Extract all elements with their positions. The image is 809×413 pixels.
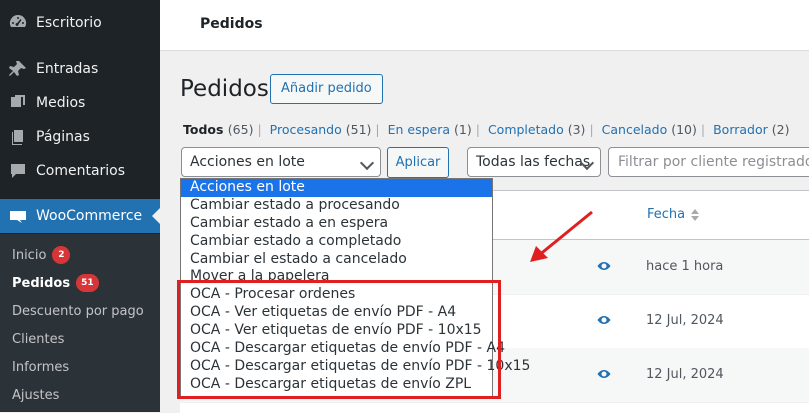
filter-draft[interactable]: Borrador (2)	[713, 122, 789, 137]
filter-on-hold[interactable]: En espera (1)	[388, 122, 472, 137]
menu-label: WooCommerce	[36, 208, 143, 224]
pin-icon	[0, 59, 36, 79]
filter-label: Cancelado	[601, 122, 668, 137]
submenu-label: Clientes	[12, 332, 65, 347]
bulk-option[interactable]: Acciones en lote	[181, 179, 492, 197]
admin-sidebar: Escritorio Entradas Medios Páginas Comen…	[0, 0, 160, 412]
woocommerce-icon	[0, 206, 36, 226]
submenu-item-inicio[interactable]: Inicio 2	[12, 246, 71, 264]
bulk-option[interactable]: Cambiar estado a completado	[181, 233, 492, 251]
annotation-arrow-icon	[530, 210, 593, 262]
active-indicator	[152, 208, 160, 224]
filter-count: (3)	[567, 122, 586, 137]
menu-label: Medios	[36, 95, 86, 111]
filter-count: (1)	[454, 122, 472, 137]
eye-icon[interactable]	[596, 312, 612, 328]
date-filter-select[interactable]: Todas las fechas	[467, 147, 601, 177]
page-title: Pedidos	[180, 76, 269, 102]
add-order-button[interactable]: Añadir pedido	[270, 74, 383, 104]
submenu-label: Pedidos	[12, 275, 71, 291]
menu-label: Páginas	[36, 129, 90, 145]
menu-label: Escritorio	[36, 15, 102, 31]
filter-label: Todos	[183, 122, 224, 137]
filter-all[interactable]: Todos (65)	[183, 122, 253, 137]
submenu-label: Ajustes	[12, 388, 60, 403]
menu-item-escritorio[interactable]: Escritorio	[0, 6, 160, 40]
filter-completed[interactable]: Completado (3)	[488, 122, 586, 137]
filter-count: (2)	[771, 122, 790, 137]
pages-icon	[0, 127, 36, 147]
order-date: 12 Jul, 2024	[646, 367, 724, 382]
chevron-down-icon	[359, 155, 375, 171]
bulk-actions-select[interactable]: Acciones en lote	[181, 147, 381, 177]
menu-label: Entradas	[36, 61, 99, 77]
sort-date-header[interactable]: Fecha	[647, 207, 700, 222]
bulk-option[interactable]: Cambiar estado a procesando	[181, 197, 492, 215]
filter-label: En espera	[387, 122, 451, 137]
filter-count: (51)	[345, 122, 372, 137]
menu-label: Comentarios	[36, 163, 126, 179]
filter-label: Completado	[487, 122, 564, 137]
filter-count: (65)	[227, 122, 254, 137]
filter-label: Procesando	[269, 122, 342, 137]
filter-processing[interactable]: Procesando (51)	[270, 122, 372, 137]
customer-filter-input[interactable]: Filtrar por cliente registrado	[608, 147, 809, 177]
apply-button[interactable]: Aplicar	[387, 147, 449, 178]
menu-item-paginas[interactable]: Páginas	[0, 120, 160, 154]
submenu-label: Inicio	[12, 247, 47, 263]
status-filters: Todos (65) | Procesando (51) | En espera (…	[183, 122, 790, 137]
bulk-actions-value: Acciones en lote	[190, 154, 305, 170]
column-label: Fecha	[647, 207, 686, 222]
menu-item-comentarios[interactable]: Comentarios	[0, 154, 160, 188]
notification-badge: 2	[52, 246, 71, 264]
bulk-option[interactable]: Cambiar el estado a cancelado	[181, 251, 492, 269]
submenu-label: Descuento por pago	[12, 304, 144, 319]
submenu-item-descuento[interactable]: Descuento por pago	[12, 304, 144, 319]
filter-count: (10)	[671, 122, 697, 137]
date-filter-value: Todas las fechas	[476, 154, 591, 170]
menu-item-woocommerce[interactable]: WooCommerce	[0, 199, 160, 233]
comment-icon	[0, 161, 36, 181]
order-date: 12 Jul, 2024	[646, 313, 724, 328]
order-date: hace 1 hora	[646, 259, 724, 274]
sort-icon	[691, 208, 700, 221]
dashboard-icon	[0, 13, 36, 33]
menu-item-medios[interactable]: Medios	[0, 86, 160, 120]
header-title: Pedidos	[200, 16, 263, 32]
submenu-label: Informes	[12, 360, 70, 375]
submenu-item-clientes[interactable]: Clientes	[12, 332, 64, 347]
bulk-option[interactable]: Cambiar estado a en espera	[181, 215, 492, 233]
menu-item-entradas[interactable]: Entradas	[0, 52, 160, 86]
submenu-item-ajustes[interactable]: Ajustes	[12, 388, 59, 403]
eye-icon[interactable]	[596, 366, 612, 382]
top-header: Pedidos	[160, 0, 809, 51]
annotation-highlight-box	[177, 280, 501, 399]
submenu-item-pedidos[interactable]: Pedidos 51	[12, 274, 99, 292]
filter-cancelled[interactable]: Cancelado (10)	[602, 122, 697, 137]
media-icon	[0, 93, 36, 113]
submenu-item-informes[interactable]: Informes	[12, 360, 69, 375]
filter-label: Borrador	[713, 122, 768, 137]
notification-badge: 51	[76, 274, 99, 292]
